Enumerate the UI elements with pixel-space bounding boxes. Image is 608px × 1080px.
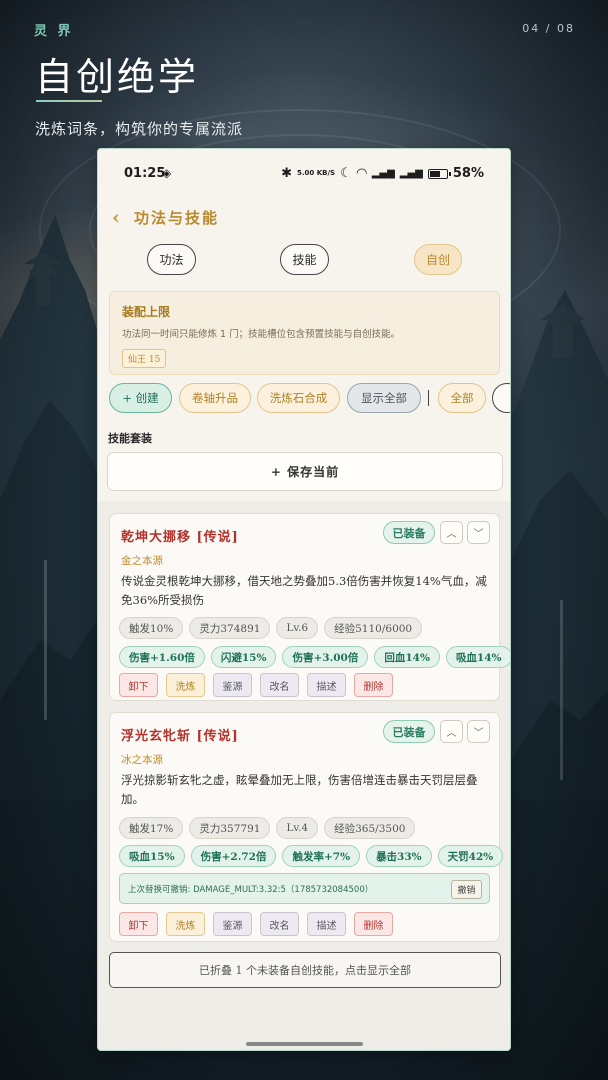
scroll-upgrade-button[interactable]: 卷轴升品 [179, 383, 251, 413]
move-up-button[interactable]: ︿ [440, 720, 463, 743]
filter-all-button[interactable]: 全部 [438, 383, 486, 413]
hero-title: 自创绝学 [35, 55, 200, 99]
describe-button[interactable]: 描述 [307, 673, 346, 697]
stat-chip: 经验365/3500 [324, 817, 416, 839]
skill-description: 浮光掠影斩玄牝之虚，眩晕叠加无上限，伤害倍增连击暴击天罚层层叠加。 [121, 773, 478, 806]
rename-button[interactable]: 改名 [260, 673, 299, 697]
skill-source: 金之本源 [121, 555, 163, 567]
buff-chip: 伤害+1.60倍 [119, 646, 205, 668]
appraise-button[interactable]: 鉴源 [213, 673, 252, 697]
wifi-icon: ◠ [356, 166, 367, 181]
stat-chip: Lv.6 [276, 617, 319, 639]
unequip-button[interactable]: 卸下 [119, 673, 158, 697]
home-indicator[interactable] [246, 1042, 363, 1046]
skill-name: 浮光玄牝斩 [传说] [121, 729, 239, 744]
rename-button[interactable]: 改名 [260, 912, 299, 936]
stat-chips: 触发10% 灵力374891 Lv.6 经验5110/6000 [119, 617, 423, 639]
refine-button[interactable]: 洗炼 [166, 673, 205, 697]
skill-description: 传说金灵根乾坤大挪移，借天地之势叠加5.3倍伤害并恢复14%气血，减免36%所受… [121, 574, 487, 607]
move-up-button[interactable]: ︿ [440, 521, 463, 544]
buff-chip: 闪避15% [210, 646, 277, 668]
stat-chip: 灵力357791 [189, 817, 271, 839]
brand-label: 灵 界 [34, 24, 74, 39]
buff-chips: 伤害+1.60倍 闪避15% 伤害+3.00倍 回血14% 吸血14% [119, 646, 510, 668]
show-folded-skills-button[interactable]: 已折叠 1 个未装备自创技能，点击显示全部 [109, 952, 501, 988]
notice-title: 装配上限 [122, 305, 171, 319]
hero-underline [36, 100, 102, 102]
tab-gongfa[interactable]: 功法 [147, 244, 196, 275]
chevron-down-icon: ﹀ [473, 529, 484, 540]
skill-card: 浮光玄牝斩 [传说] 已装备 ︿ ﹀ 冰之本源 浮光掠影斩玄牝之虚，眩晕叠加无上… [109, 712, 504, 942]
unequip-button[interactable]: 卸下 [119, 912, 158, 936]
stat-chip: 触发10% [119, 617, 184, 639]
status-time: 01:25 [124, 166, 166, 181]
appraise-button[interactable]: 鉴源 [213, 912, 252, 936]
loadout-limit-notice: 装配上限 功法同一时间只能修炼 1 门；技能槽位包含预置技能与自创技能。 仙王 … [109, 291, 500, 375]
buff-chip: 触发率+7% [282, 845, 361, 867]
network-speed: 5.00 KB/S [296, 169, 336, 177]
skill-name: 乾坤大挪移 [传说] [121, 530, 239, 545]
filter-more-button[interactable] [492, 383, 510, 413]
save-loadout-button[interactable]: + 保存当前 [107, 452, 503, 491]
notice-text: 功法同一时间只能修炼 1 门；技能槽位包含预置技能与自创技能。 [122, 329, 401, 340]
move-down-button[interactable]: ﹀ [467, 720, 490, 743]
buff-chip: 吸血15% [119, 845, 185, 867]
delete-button[interactable]: 删除 [354, 912, 393, 936]
stat-chip: 经验5110/6000 [324, 617, 423, 639]
stat-chips: 触发17% 灵力357791 Lv.4 经验365/3500 [119, 817, 416, 839]
skill-ops: 卸下 洗炼 鉴源 改名 描述 删除 [119, 673, 393, 697]
undo-text: 上次替换可撤销: DAMAGE_MULT:3.32:5（178573208450… [128, 885, 374, 895]
move-down-button[interactable]: ﹀ [467, 521, 490, 544]
buff-chip: 伤害+3.00倍 [282, 646, 369, 668]
tab-skills[interactable]: 技能 [280, 244, 329, 275]
loadout-label: 技能套装 [108, 432, 152, 445]
describe-button[interactable]: 描述 [307, 912, 346, 936]
buff-chip: 暴击33% [366, 845, 432, 867]
realm-badge: 仙王 15 [122, 349, 167, 368]
bluetooth-icon: ✱ [281, 166, 292, 181]
equipped-badge[interactable]: 已装备 [383, 720, 435, 743]
buff-chip: 伤害+2.72倍 [190, 845, 277, 867]
chevron-up-icon: ︿ [446, 728, 457, 739]
battery-percent: 58% [452, 166, 484, 181]
nav-bar: ‹ 功法与技能 [112, 205, 219, 229]
buff-chip: 天罚42% [437, 845, 504, 867]
nfc-icon: ◈ [162, 166, 172, 180]
create-button[interactable]: + 创建 [109, 383, 172, 413]
moon-icon: ☾ [340, 166, 352, 181]
phone-screen: 01:25 ◈ ✱ 5.00 KB/S ☾ ◠ ▂▄▆ ▂▄▆ 58% ‹ 功法… [97, 148, 511, 1051]
chevron-up-icon: ︿ [446, 529, 457, 540]
page-title: 功法与技能 [134, 208, 220, 227]
chevron-down-icon: ﹀ [473, 728, 484, 739]
action-divider [428, 390, 429, 406]
undo-banner: 上次替换可撤销: DAMAGE_MULT:3.32:5（178573208450… [119, 873, 490, 904]
tab-bar: 功法 技能 自创 [98, 244, 510, 276]
signal-icon-2: ▂▄▆ [399, 168, 423, 179]
buff-chip: 吸血14% [445, 646, 510, 668]
hero-subtitle: 洗炼词条，构筑你的专属流派 [35, 120, 244, 138]
skill-ops: 卸下 洗炼 鉴源 改名 描述 删除 [119, 912, 393, 936]
status-bar: 01:25 ◈ ✱ 5.00 KB/S ☾ ◠ ▂▄▆ ▂▄▆ 58% [98, 163, 510, 183]
equipped-badge[interactable]: 已装备 [383, 521, 435, 544]
stat-chip: 触发17% [119, 817, 184, 839]
buff-chip: 回血14% [374, 646, 440, 668]
skill-card: 乾坤大挪移 [传说] 已装备 ︿ ﹀ 金之本源 传说金灵根乾坤大挪移，借天地之势… [109, 513, 510, 701]
action-row: + 创建 卷轴升品 洗炼石合成 显示全部 全部 [109, 383, 510, 414]
stat-chip: 灵力374891 [189, 617, 271, 639]
signal-icon: ▂▄▆ [371, 168, 395, 179]
stat-chip: Lv.4 [276, 817, 319, 839]
delete-button[interactable]: 删除 [354, 673, 393, 697]
skill-source: 冰之本源 [121, 754, 163, 766]
tab-custom[interactable]: 自创 [414, 244, 462, 275]
show-all-button[interactable]: 显示全部 [347, 383, 421, 413]
page-indicator: 04 / 08 [522, 22, 575, 35]
stone-merge-button[interactable]: 洗炼石合成 [257, 383, 340, 413]
buff-chips: 吸血15% 伤害+2.72倍 触发率+7% 暴击33% 天罚42% [119, 845, 504, 867]
refine-button[interactable]: 洗炼 [166, 912, 205, 936]
status-icons: ✱ 5.00 KB/S ☾ ◠ ▂▄▆ ▂▄▆ 58% [281, 166, 484, 181]
battery-icon [427, 168, 451, 179]
chevron-left-icon[interactable]: ‹ [112, 205, 120, 229]
undo-button[interactable]: 撤销 [451, 880, 482, 899]
